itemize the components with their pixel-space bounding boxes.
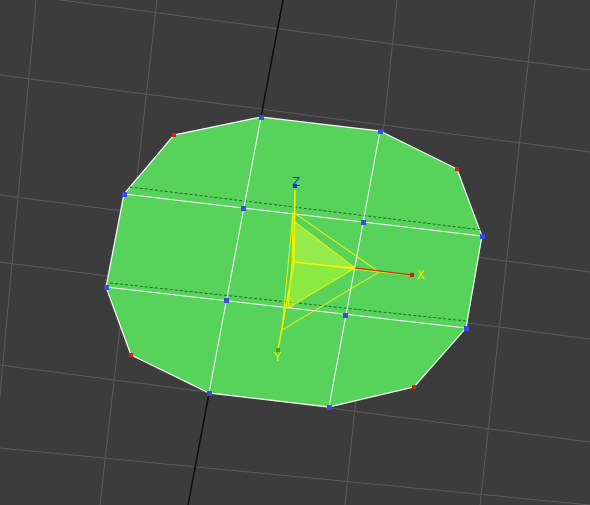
vertex-handle[interactable] <box>327 405 332 410</box>
3d-viewport[interactable]: Z X Y <box>0 0 590 505</box>
vertex-handle[interactable] <box>172 133 176 137</box>
vertex-handle[interactable] <box>207 391 212 396</box>
gizmo-y-label: Y <box>273 350 282 364</box>
vertex-handle[interactable] <box>412 385 416 389</box>
vertex-handle[interactable] <box>464 326 469 331</box>
vertex-handle[interactable] <box>378 129 383 134</box>
vertex-handle[interactable] <box>122 192 127 197</box>
vertex-handle[interactable] <box>241 206 246 211</box>
gizmo-x-handle[interactable] <box>410 273 414 277</box>
gizmo-z-label: Z <box>292 175 300 189</box>
vertex-handle[interactable] <box>224 298 229 303</box>
gizmo-z-axis[interactable] <box>293 189 296 263</box>
vertex-handle[interactable] <box>480 234 485 239</box>
vertex-handle[interactable] <box>455 167 459 171</box>
gizmo-x-label: X <box>417 268 425 282</box>
vertex-handle[interactable] <box>259 115 264 120</box>
vertex-handle[interactable] <box>104 285 109 290</box>
vertex-handle[interactable] <box>361 220 366 225</box>
vertex-handle[interactable] <box>129 353 133 357</box>
vertex-handle[interactable] <box>343 313 348 318</box>
